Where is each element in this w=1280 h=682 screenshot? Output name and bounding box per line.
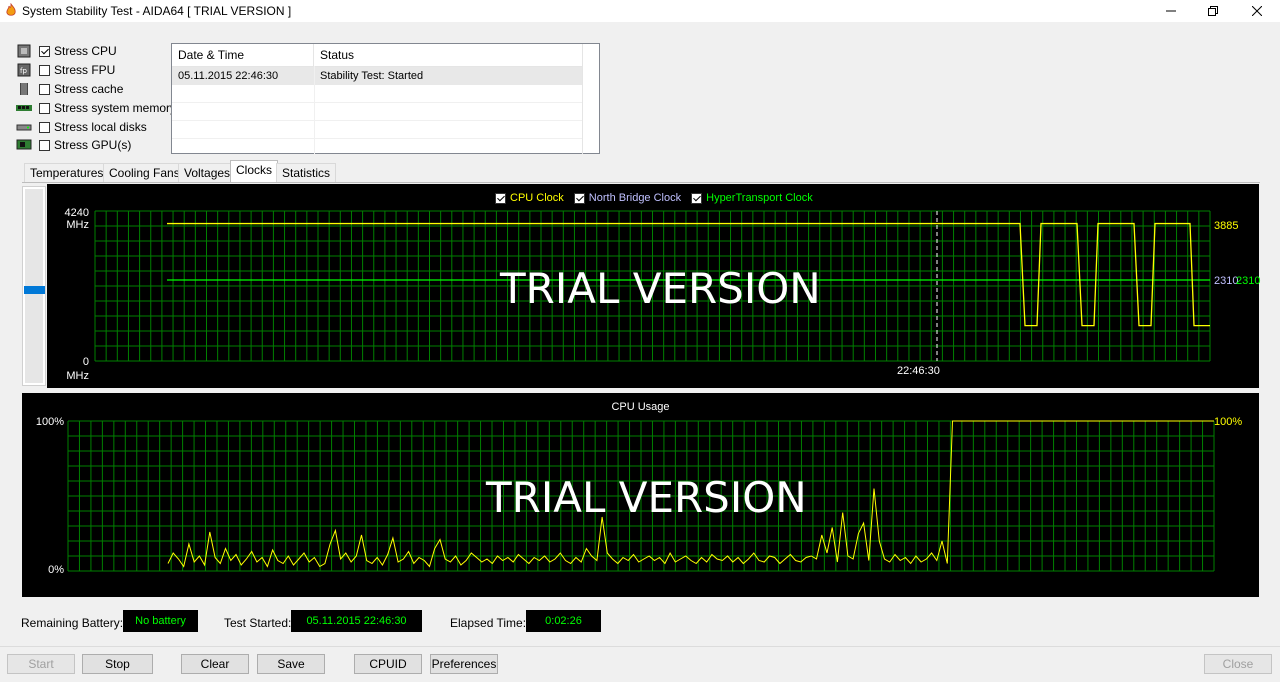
battery-label: Remaining Battery:: [21, 616, 124, 630]
tab-divider: [22, 182, 1260, 183]
usage-current-value: 100%: [1214, 416, 1243, 428]
event-log-table[interactable]: Date & Time Status 05.11.2015 22:46:30 S…: [171, 43, 600, 154]
start-button[interactable]: Start: [7, 654, 75, 674]
memory-icon: [16, 105, 32, 111]
cpu-clock-value: 3885: [1214, 220, 1239, 232]
cache-icon: [20, 83, 28, 95]
elapsed-time-value: 0:02:26: [526, 610, 601, 632]
usage-y-max: 100%: [35, 416, 64, 428]
preferences-button[interactable]: Preferences: [430, 654, 498, 674]
maximize-button[interactable]: [1190, 0, 1236, 22]
stress-memory-option[interactable]: Stress system memory: [16, 99, 176, 117]
stress-gpu-option[interactable]: Stress GPU(s): [16, 136, 131, 154]
legend-north-bridge-clock[interactable]: North Bridge Clock: [573, 192, 681, 204]
table-row[interactable]: 05.11.2015 22:46:30 Stability Test: Star…: [172, 67, 583, 85]
fpu-icon: fp: [17, 63, 31, 77]
svg-text:fp: fp: [20, 67, 27, 75]
tab-temperatures[interactable]: Temperatures: [24, 163, 110, 182]
minimize-button[interactable]: [1148, 0, 1194, 22]
column-header-status[interactable]: Status: [314, 44, 583, 66]
cpuid-button[interactable]: CPUID: [354, 654, 422, 674]
trial-watermark: TRIAL VERSION: [500, 264, 821, 313]
cpu-usage-title: CPU Usage: [611, 401, 670, 413]
gpu-icon: [16, 139, 32, 150]
stress-cpu-option[interactable]: Stress CPU: [16, 42, 117, 60]
log-datetime-cell: 05.11.2015 22:46:30: [178, 70, 279, 82]
stress-gpu-label: Stress GPU(s): [54, 138, 132, 152]
tab-cooling-fans[interactable]: Cooling Fans: [103, 163, 186, 182]
usage-y-min: 0%: [48, 564, 64, 576]
log-status-cell: Stability Test: Started: [320, 70, 424, 82]
legend-cpu-clock[interactable]: CPU Clock: [495, 192, 564, 204]
cpu-icon: [17, 44, 31, 58]
cpu-usage-graph: CPU Usage 100% 0% 100% TRIAL VERSION: [22, 393, 1259, 597]
clear-button[interactable]: Clear: [181, 654, 249, 674]
tab-voltages[interactable]: Voltages: [178, 163, 237, 182]
elapsed-time-label: Elapsed Time:: [450, 616, 527, 630]
title-bar: System Stability Test - AIDA64 [ TRIAL V…: [0, 0, 1280, 22]
tab-clocks[interactable]: Clocks: [230, 160, 279, 183]
disk-icon: [16, 124, 32, 131]
test-started-value: 05.11.2015 22:46:30: [291, 610, 422, 632]
stress-gpu-checkbox[interactable]: [39, 139, 50, 151]
legend-ht-clock[interactable]: HyperTransport Clock: [691, 192, 813, 204]
stress-disks-option[interactable]: Stress local disks: [16, 118, 147, 136]
stop-button[interactable]: Stop: [82, 654, 153, 674]
test-started-label: Test Started:: [224, 616, 292, 630]
ht-clock-value: 2310: [1236, 275, 1261, 287]
stress-cache-checkbox[interactable]: [39, 83, 50, 95]
footer-divider: [0, 646, 1280, 647]
stress-memory-label: Stress system memory: [54, 101, 177, 115]
stress-cache-label: Stress cache: [54, 82, 124, 96]
app-flame-icon: [6, 3, 16, 16]
marker-time-label: 22:46:30: [897, 365, 940, 377]
stress-memory-checkbox[interactable]: [39, 102, 50, 114]
stress-fpu-option[interactable]: fp Stress FPU: [16, 61, 115, 79]
stress-cpu-checkbox[interactable]: [39, 45, 50, 57]
clock-legend: CPU Clock North Bridge Clock HyperTransp…: [495, 192, 813, 204]
nb-clock-value: 2310: [1214, 275, 1239, 287]
clock-graph: CPU Clock North Bridge Clock HyperTransp…: [47, 184, 1261, 388]
graph-scroll-track[interactable]: [22, 186, 46, 386]
graph-scroll-thumb[interactable]: [24, 286, 45, 294]
trial-watermark: TRIAL VERSION: [486, 473, 807, 522]
tab-statistics[interactable]: Statistics: [276, 163, 337, 182]
clock-y-max: 4240 MHz: [64, 207, 89, 231]
window-title: System Stability Test - AIDA64 [ TRIAL V…: [22, 4, 292, 18]
stress-disks-label: Stress local disks: [54, 120, 147, 134]
stress-disks-checkbox[interactable]: [39, 121, 50, 133]
close-button[interactable]: Close: [1204, 654, 1272, 674]
stress-cache-option[interactable]: Stress cache: [16, 80, 123, 98]
save-button[interactable]: Save: [257, 654, 325, 674]
battery-value: No battery: [123, 610, 198, 632]
stress-fpu-label: Stress FPU: [54, 63, 116, 77]
clock-y-min: 0 MHz: [66, 356, 89, 382]
restore-icon: [1208, 6, 1218, 16]
minimize-icon: [1166, 10, 1176, 12]
close-icon: [1252, 6, 1262, 16]
column-header-datetime[interactable]: Date & Time: [172, 44, 314, 66]
stress-cpu-label: Stress CPU: [54, 44, 117, 58]
stress-fpu-checkbox[interactable]: [39, 64, 50, 76]
close-window-button[interactable]: [1234, 0, 1280, 22]
